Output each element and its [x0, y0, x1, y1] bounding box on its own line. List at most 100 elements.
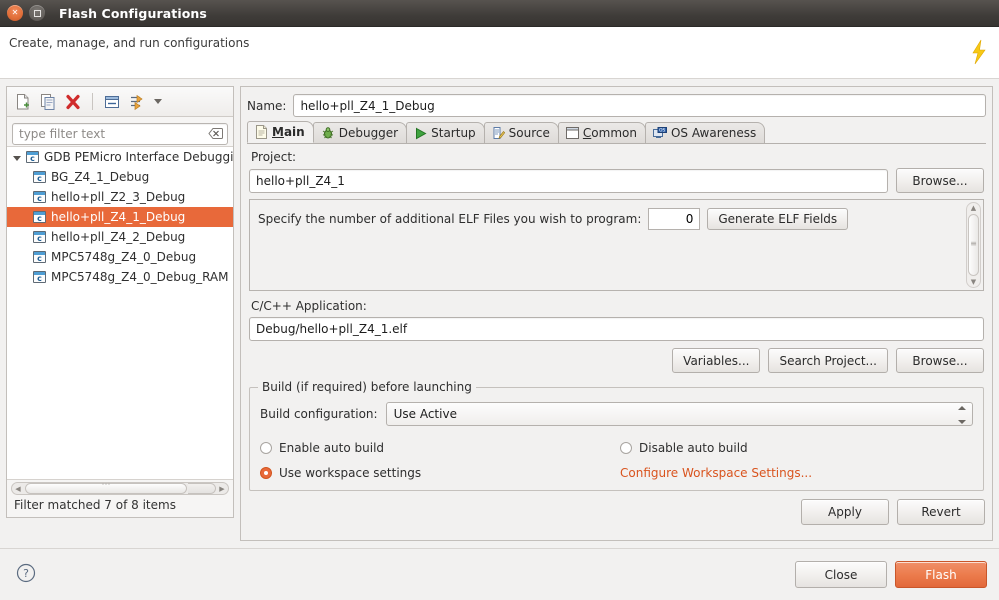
- clear-icon[interactable]: [208, 127, 223, 140]
- configuration-editor-panel: Name: Main: [240, 86, 993, 541]
- application-browse-button[interactable]: Browse...: [896, 348, 984, 373]
- toolbar-separator: [92, 93, 93, 110]
- elf-count-input[interactable]: [648, 208, 701, 230]
- tab-label: Startup: [431, 126, 476, 140]
- tree-item-label: MPC5748g_Z4_0_Debug: [51, 250, 197, 264]
- stepper-icon[interactable]: [957, 406, 966, 424]
- delete-red-x-icon[interactable]: [64, 93, 82, 111]
- lightning-bolt-icon: [969, 39, 989, 65]
- tree-horizontal-scrollbar[interactable]: ◀ ▶: [11, 480, 229, 495]
- radio-use-workspace-settings[interactable]: Use workspace settings: [260, 466, 620, 480]
- green-play-icon: [414, 127, 427, 140]
- radio-label: Use workspace settings: [279, 466, 422, 480]
- tab-common[interactable]: Common: [557, 122, 646, 143]
- dialog-action-buttons: Close Flash: [795, 561, 987, 588]
- generate-elf-fields-button[interactable]: Generate ELF Fields: [707, 208, 849, 230]
- main-tab-body: Project: Browse... Specify the number of…: [247, 144, 986, 534]
- flash-button[interactable]: Flash: [895, 561, 987, 588]
- application-buttons-row: Variables... Search Project... Browse...: [247, 348, 986, 373]
- c-config-icon: c: [33, 171, 46, 183]
- radio-icon[interactable]: [260, 467, 272, 479]
- tree-item-label: hello+pll_Z4_2_Debug: [51, 230, 186, 244]
- radio-icon[interactable]: [620, 442, 632, 454]
- elf-panel-scrollbar[interactable]: ▲ ▼: [966, 202, 981, 288]
- scroll-up-icon[interactable]: ▲: [971, 203, 976, 213]
- filter-status-text: Filter matched 7 of 8 items: [14, 498, 176, 512]
- c-config-icon: c: [33, 251, 46, 263]
- scroll-down-icon[interactable]: ▼: [971, 277, 976, 287]
- configurations-panel: c GDB PEMicro Interface Debuggin c BG_Z4…: [6, 86, 234, 518]
- tree-item-label: hello+pll_Z2_3_Debug: [51, 190, 186, 204]
- application-label: C/C++ Application:: [251, 299, 367, 313]
- chevron-down-icon[interactable]: [13, 155, 21, 161]
- radio-disable-auto-build[interactable]: Disable auto build: [620, 441, 748, 455]
- project-browse-button[interactable]: Browse...: [896, 168, 984, 193]
- build-configuration-value: Use Active: [393, 407, 457, 421]
- configurations-toolbar: [7, 87, 233, 117]
- filter-icon[interactable]: [128, 93, 146, 111]
- svg-text:OS: OS: [659, 127, 665, 133]
- radio-label: Enable auto build: [279, 441, 385, 455]
- application-input[interactable]: [249, 317, 984, 341]
- apply-button[interactable]: Apply: [801, 499, 889, 525]
- scroll-right-icon[interactable]: ▶: [216, 485, 228, 493]
- help-icon[interactable]: ?: [16, 563, 36, 583]
- source-edit-icon: [492, 126, 505, 140]
- project-label: Project:: [251, 150, 297, 164]
- close-icon[interactable]: ✕: [7, 5, 23, 21]
- dialog-header: Create, manage, and run configurations: [0, 27, 999, 79]
- configuration-name-input[interactable]: [293, 94, 986, 117]
- close-button[interactable]: Close: [795, 561, 887, 588]
- project-input[interactable]: [249, 168, 888, 193]
- search-input[interactable]: [12, 123, 228, 145]
- build-configuration-select[interactable]: Use Active: [385, 402, 973, 426]
- new-document-icon[interactable]: [14, 93, 32, 111]
- tree-item-bg-z4-1-debug[interactable]: c BG_Z4_1_Debug: [7, 167, 233, 187]
- svg-text:?: ?: [23, 567, 29, 580]
- radio-icon[interactable]: [260, 442, 272, 454]
- tab-source[interactable]: Source: [483, 122, 559, 143]
- tree-item-label: BG_Z4_1_Debug: [51, 170, 150, 184]
- name-label: Name:: [247, 98, 287, 113]
- document-icon: [255, 125, 268, 139]
- c-config-icon: c: [33, 271, 46, 283]
- tree-item-mpc5748g-z4-0-debug[interactable]: c MPC5748g_Z4_0_Debug: [7, 247, 233, 267]
- configure-workspace-settings-link[interactable]: Configure Workspace Settings...: [620, 466, 812, 480]
- radio-label: Disable auto build: [639, 441, 748, 455]
- scrollbar-thumb[interactable]: [968, 214, 979, 276]
- chevron-down-icon[interactable]: [154, 99, 162, 104]
- duplicate-icon[interactable]: [39, 93, 57, 111]
- build-configuration-label: Build configuration:: [260, 407, 378, 421]
- build-group-title: Build (if required) before launching: [258, 380, 476, 394]
- flash-configurations-dialog: ✕ Flash Configurations Create, manage, a…: [0, 0, 999, 600]
- application-row: [247, 317, 986, 341]
- window-icon: [565, 127, 579, 139]
- tree-item-hello-pll-z2-3-debug[interactable]: c hello+pll_Z2_3_Debug: [7, 187, 233, 207]
- maximize-icon[interactable]: [29, 5, 45, 21]
- tab-label: Common: [582, 126, 637, 140]
- scrollbar-thumb[interactable]: [25, 480, 187, 494]
- tree-item-hello-pll-z4-2-debug[interactable]: c hello+pll_Z4_2_Debug: [7, 227, 233, 247]
- window-title: Flash Configurations: [59, 5, 207, 21]
- dialog-footer: ? Close Flash: [0, 548, 999, 600]
- scroll-left-icon[interactable]: ◀: [12, 485, 24, 493]
- variables-button[interactable]: Variables...: [672, 348, 761, 373]
- tab-debugger[interactable]: Debugger: [312, 122, 408, 143]
- workspace-settings-row: Use workspace settings Configure Workspa…: [260, 466, 973, 480]
- tab-os-awareness[interactable]: OS OS Awareness: [644, 122, 766, 143]
- revert-button[interactable]: Revert: [897, 499, 985, 525]
- tab-startup[interactable]: Startup: [406, 122, 485, 143]
- configurations-tree[interactable]: c GDB PEMicro Interface Debuggin c BG_Z4…: [7, 146, 233, 479]
- radio-enable-auto-build[interactable]: Enable auto build: [260, 441, 620, 455]
- search-project-button[interactable]: Search Project...: [768, 348, 888, 373]
- tree-item-hello-pll-z4-1-debug[interactable]: c hello+pll_Z4_1_Debug: [7, 207, 233, 227]
- tree-root-gdb-pemicro[interactable]: c GDB PEMicro Interface Debuggin: [7, 147, 233, 167]
- tree-item-mpc5748g-z4-0-debug-ram[interactable]: c MPC5748g_Z4_0_Debug_RAM: [7, 267, 233, 287]
- name-row: Name:: [247, 94, 986, 117]
- scrollbar-track-end[interactable]: [188, 483, 216, 494]
- build-configuration-row: Build configuration: Use Active: [260, 402, 973, 426]
- project-row: Browse...: [247, 168, 986, 193]
- tree-item-label: hello+pll_Z4_1_Debug: [51, 210, 186, 224]
- collapse-all-icon[interactable]: [103, 93, 121, 111]
- tab-main[interactable]: Main: [247, 121, 314, 143]
